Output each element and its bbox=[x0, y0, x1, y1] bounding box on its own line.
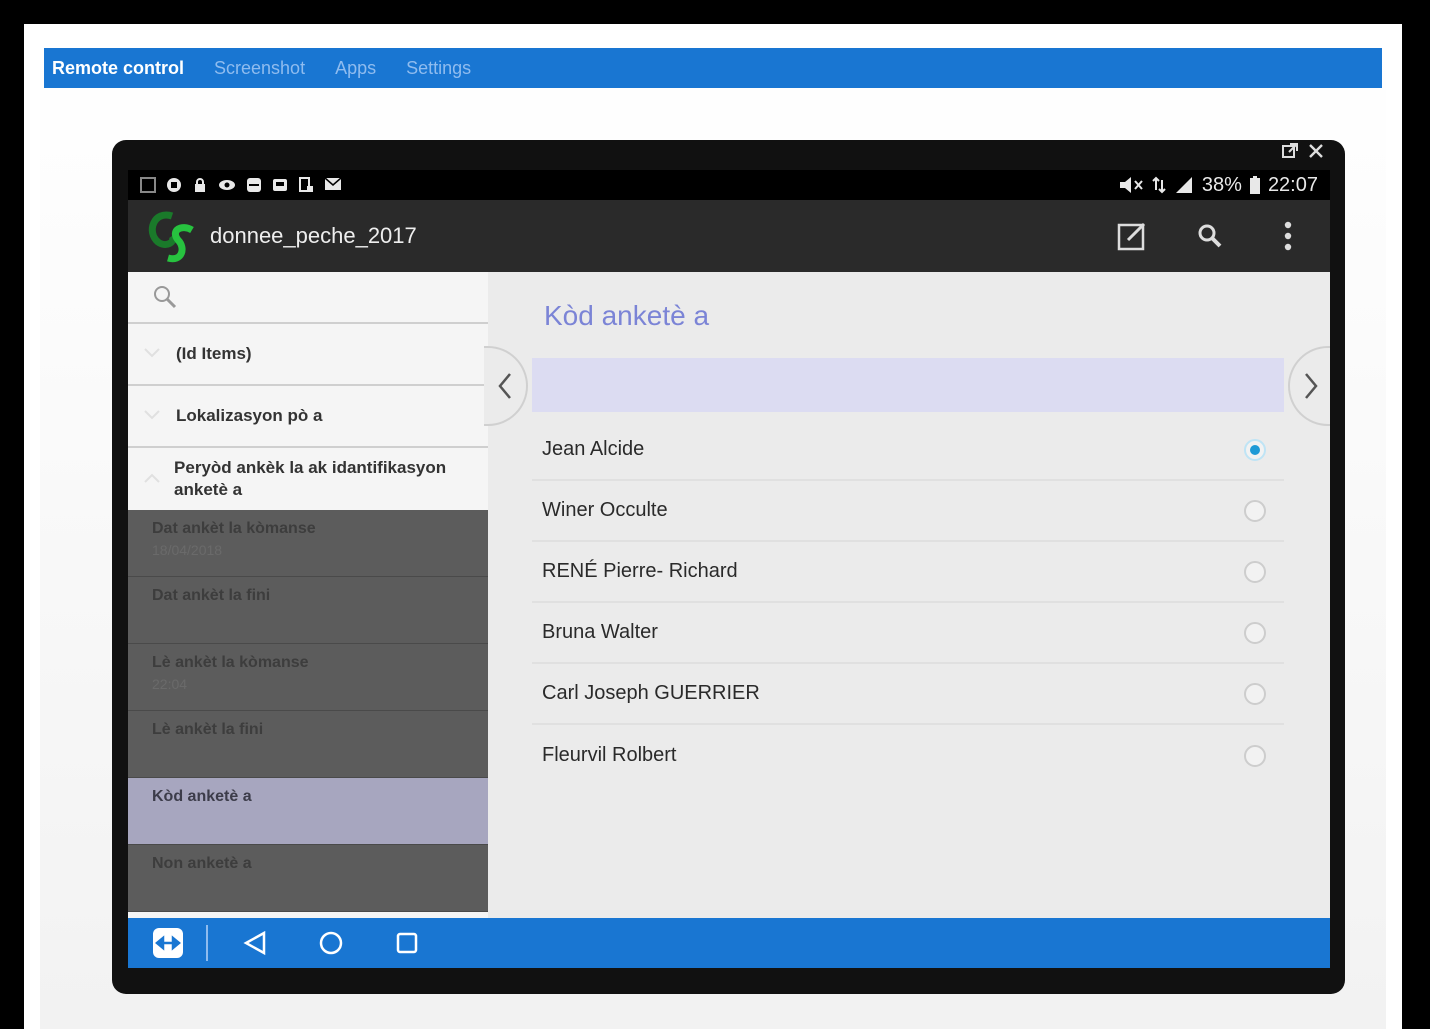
radio-option[interactable]: RENÉ Pierre- Richard bbox=[532, 542, 1284, 603]
question-row[interactable]: Lè ankèt la fini bbox=[128, 711, 488, 778]
search-icon[interactable] bbox=[1192, 218, 1228, 254]
radio-button[interactable] bbox=[1244, 621, 1266, 644]
question-row[interactable]: Dat ankèt la fini bbox=[128, 577, 488, 644]
group-label: Lokalizasyon pò a bbox=[176, 406, 323, 425]
mute-icon bbox=[1119, 177, 1143, 193]
vpn-icon bbox=[167, 178, 181, 192]
chevron-right-icon bbox=[1305, 373, 1318, 399]
close-icon[interactable] bbox=[1307, 142, 1325, 165]
back-icon[interactable] bbox=[242, 930, 268, 956]
question-label: Kòd anketè a bbox=[152, 788, 252, 805]
eye-icon bbox=[219, 180, 235, 190]
question-row[interactable]: Non anketè a bbox=[128, 845, 488, 912]
app-action-bar: donnee_peche_2017 bbox=[128, 200, 1330, 272]
radio-option[interactable]: Carl Joseph GUERRIER bbox=[532, 664, 1284, 725]
question-value: 22:04 bbox=[152, 676, 188, 692]
device-screen: 38% 22:07 donnee_peche_2017 (Id Items) L… bbox=[128, 170, 1330, 968]
group-row[interactable]: Peryòd ankèk la ak idantifikasyon anketè… bbox=[128, 448, 488, 510]
group-label: Peryòd ankèk la ak idantifikasyon anketè… bbox=[174, 458, 447, 499]
option-list: Jean Alcide Winer Occulte RENÉ Pierre- R… bbox=[532, 420, 1284, 786]
option-label: Bruna Walter bbox=[542, 621, 658, 643]
app-title: donnee_peche_2017 bbox=[210, 223, 417, 248]
overflow-icon[interactable] bbox=[1270, 218, 1306, 254]
status-right: 38% 22:07 bbox=[1118, 174, 1318, 197]
email-icon bbox=[324, 177, 342, 190]
question-label: Lè ankèt la kòmanse bbox=[152, 654, 309, 671]
signal-icon bbox=[1175, 177, 1192, 193]
teamviewer-icon bbox=[247, 178, 261, 192]
radio-button[interactable] bbox=[1244, 682, 1266, 705]
edit-icon[interactable] bbox=[1114, 218, 1150, 254]
group-row[interactable]: Lokalizasyon pò a bbox=[128, 386, 488, 448]
radio-button-checked[interactable] bbox=[1244, 438, 1266, 461]
radio-button[interactable] bbox=[1244, 744, 1266, 767]
android-nav-bar bbox=[128, 918, 1330, 968]
nav-separator bbox=[206, 925, 208, 961]
wifi-icon bbox=[273, 179, 287, 191]
question-row-selected[interactable]: Kòd anketè a bbox=[128, 778, 488, 845]
question-value: 18/04/2018 bbox=[152, 542, 223, 558]
teamviewer-icon[interactable] bbox=[152, 927, 184, 959]
home-icon[interactable] bbox=[318, 930, 344, 956]
group-row[interactable]: (Id Items) bbox=[128, 324, 488, 386]
nav-apps[interactable]: Apps bbox=[335, 58, 376, 79]
option-label: RENÉ Pierre- Richard bbox=[542, 560, 738, 582]
radio-option[interactable]: Bruna Walter bbox=[532, 603, 1284, 664]
question-label: Non anketè a bbox=[152, 855, 252, 872]
battery-percent: 38% bbox=[1201, 173, 1242, 196]
chevron-down-icon bbox=[144, 407, 166, 425]
question-row[interactable]: Dat ankèt la kòmanse 18/04/2018 bbox=[128, 510, 488, 577]
previous-question-button[interactable] bbox=[484, 346, 528, 426]
question-row[interactable]: Lè ankèt la kòmanse 22:04 bbox=[128, 644, 488, 711]
question-sidebar: (Id Items) Lokalizasyon pò a Peryòd ankè… bbox=[128, 272, 488, 918]
next-question-button[interactable] bbox=[1288, 346, 1330, 426]
radio-button[interactable] bbox=[1244, 560, 1266, 583]
action-icons bbox=[1114, 200, 1306, 272]
option-label: Winer Occulte bbox=[542, 499, 668, 521]
question-label: Dat ankèt la kòmanse bbox=[152, 520, 316, 537]
data-icon bbox=[1152, 176, 1166, 194]
remote-nav-bar: Remote control Screenshot Apps Settings bbox=[44, 48, 1382, 88]
radio-option[interactable]: Fleurvil Rolbert bbox=[532, 725, 1284, 786]
window-controls bbox=[1281, 142, 1325, 165]
nav-screenshot[interactable]: Screenshot bbox=[214, 58, 305, 79]
question-label: Dat ankèt la fini bbox=[152, 587, 271, 604]
status-bar: 38% 22:07 bbox=[128, 170, 1330, 200]
chevron-down-icon bbox=[144, 345, 166, 363]
group-label: (Id Items) bbox=[176, 344, 252, 363]
status-icons bbox=[140, 177, 342, 193]
search-icon bbox=[154, 286, 177, 309]
chevron-up-icon bbox=[144, 470, 164, 488]
option-label: Carl Joseph GUERRIER bbox=[542, 682, 760, 704]
question-input[interactable] bbox=[532, 358, 1284, 412]
question-label: Lè ankèt la fini bbox=[152, 721, 264, 738]
app-logo bbox=[142, 206, 202, 266]
notification-icon bbox=[140, 177, 156, 193]
recents-icon[interactable] bbox=[394, 930, 420, 956]
nav-settings[interactable]: Settings bbox=[406, 58, 471, 79]
screenshot-icon bbox=[299, 177, 313, 192]
chevron-left-icon bbox=[498, 373, 511, 399]
radio-button[interactable] bbox=[1244, 499, 1266, 522]
lock-icon bbox=[195, 178, 205, 192]
option-label: Jean Alcide bbox=[542, 438, 645, 460]
question-title: Kòd anketè a bbox=[544, 300, 710, 331]
option-label: Fleurvil Rolbert bbox=[542, 744, 677, 766]
question-panel: Kòd anketè a Jean Alcide Winer Occulte R… bbox=[484, 272, 1330, 918]
clock: 22:07 bbox=[1267, 173, 1318, 196]
sidebar-search[interactable] bbox=[128, 272, 488, 324]
detach-icon[interactable] bbox=[1281, 142, 1299, 165]
battery-icon bbox=[1249, 176, 1260, 194]
nav-remote-control[interactable]: Remote control bbox=[52, 58, 184, 79]
radio-option[interactable]: Jean Alcide bbox=[532, 420, 1284, 481]
radio-option[interactable]: Winer Occulte bbox=[532, 481, 1284, 542]
